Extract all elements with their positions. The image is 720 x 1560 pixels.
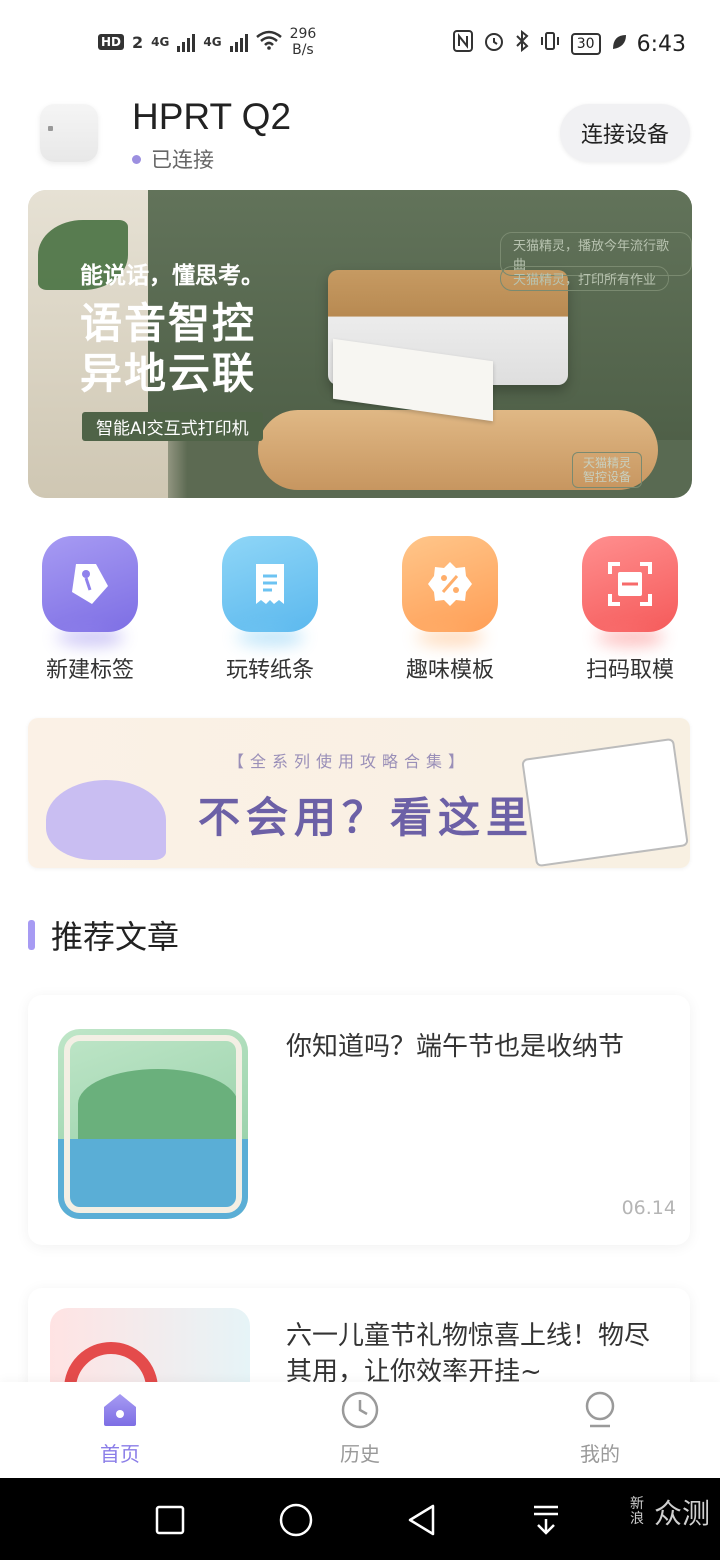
device-thumbnail[interactable] (40, 104, 98, 162)
action-icon-bg (42, 536, 138, 632)
article-title: 你知道吗？端午节也是收纳节 (286, 1032, 625, 1062)
connect-device-button[interactable]: 连接设备 (560, 104, 690, 162)
device-header: HPRT Q2 已连接 连接设备 (0, 92, 720, 182)
action-label: 玩转纸条 (225, 658, 314, 683)
signal-icon (177, 32, 196, 52)
alarm-icon (483, 30, 505, 58)
action-paper-strip[interactable]: 玩转纸条 (190, 530, 350, 684)
action-icon-bg (582, 536, 678, 632)
speed-value: 296 (289, 26, 317, 42)
home-icon (60, 1390, 180, 1434)
action-fun-templates[interactable]: 趣味模板 (370, 530, 530, 684)
system-nav-bar: 新浪 众测 (0, 1478, 720, 1560)
action-scan-template[interactable]: 扫码取模 (550, 530, 710, 684)
status-dot (132, 154, 141, 164)
tab-me[interactable]: 我的 (540, 1390, 660, 1467)
tab-label: 我的 (580, 1442, 620, 1466)
action-icon-bg (402, 536, 498, 632)
action-icon-bg (222, 536, 318, 632)
back-icon[interactable] (402, 1500, 442, 1540)
bottom-tab-bar: 首页 历史 我的 (0, 1382, 720, 1478)
wifi-icon (255, 30, 282, 55)
watermark: 新浪 众测 (630, 1492, 710, 1532)
banner-tag: 智能AI交互式打印机 (82, 412, 263, 441)
network-type-1: 4G (151, 35, 170, 49)
home-circle-icon[interactable] (276, 1500, 316, 1540)
dinosaur-illustration (46, 780, 166, 860)
section-recommended-articles: 推荐文章 (28, 910, 179, 960)
tab-label: 历史 (340, 1442, 380, 1466)
section-accent-bar (28, 920, 35, 950)
speed-unit: B/s (292, 42, 314, 58)
clock-time: 6:43 (636, 31, 686, 57)
tag-icon (42, 536, 138, 632)
network-speed: 296 B/s (290, 26, 317, 58)
network-type-2: 4G (203, 35, 222, 49)
scan-icon (582, 536, 678, 632)
guide-banner[interactable]: 【全系列使用攻略合集】 不会用？看这里 (28, 718, 690, 868)
recent-apps-icon[interactable] (150, 1500, 190, 1540)
clock-icon (300, 1390, 420, 1434)
signal-icon (229, 32, 248, 52)
article-date: 06.14 (621, 1197, 676, 1219)
status-bar-right: 30 6:43 (452, 29, 686, 58)
sim-slot: 2 (132, 32, 144, 52)
banner-corner-line1: 天猫精灵 (583, 456, 632, 470)
article-thumbnail (58, 1029, 248, 1219)
banner-line3: 异地云联 (80, 349, 257, 398)
guide-subtitle: 【全系列使用攻略合集】 (228, 752, 471, 771)
notification-pulldown-icon[interactable] (526, 1500, 566, 1540)
battery-indicator: 30 (570, 33, 601, 55)
percent-badge-icon (402, 536, 498, 632)
device-name: HPRT Q2 (132, 96, 292, 137)
guide-title: 不会用？看这里 (198, 793, 535, 842)
device-status-text: 已连接 (151, 148, 214, 172)
bluetooth-icon (515, 29, 529, 58)
person-icon (540, 1390, 660, 1434)
action-label: 新建标签 (45, 658, 134, 683)
vibrate-icon (539, 30, 561, 58)
tab-home[interactable]: 首页 (60, 1390, 180, 1467)
device-status: 已连接 (132, 144, 214, 174)
watermark-big: 众测 (653, 1497, 710, 1530)
banner-line1: 能说话，懂思考。 (80, 263, 264, 289)
tab-label: 首页 (100, 1442, 140, 1466)
action-label: 趣味模板 (405, 658, 494, 683)
status-bar-left: HD 2 4G 4G 296 B/s (98, 26, 316, 58)
article-title: 六一儿童节礼物惊喜上线！物尽其用，让你效率开挂~ (286, 1321, 651, 1387)
hd-badge: HD (98, 34, 125, 50)
action-new-label[interactable]: 新建标签 (10, 530, 170, 684)
promo-banner[interactable]: 能说话，懂思考。 语音智控 异地云联 智能AI交互式打印机 天猫精灵，播放今年流… (28, 190, 692, 498)
banner-corner-badge: 天猫精灵 智控设备 (572, 452, 643, 488)
article-card[interactable]: 你知道吗？端午节也是收纳节 06.14 (28, 995, 690, 1245)
banner-corner-line2: 智控设备 (583, 470, 632, 484)
section-title: 推荐文章 (51, 918, 180, 956)
status-bar: HD 2 4G 4G 296 B/s 30 6:43 (0, 0, 720, 90)
action-label: 扫码取模 (585, 658, 674, 683)
book-illustration (521, 737, 689, 868)
quick-actions: 新建标签 玩转纸条 趣味模板 扫码取模 (0, 530, 720, 690)
leaf-icon (611, 32, 627, 57)
nfc-icon (452, 30, 473, 58)
banner-voice-hint-2: 天猫精灵，打印所有作业 (500, 266, 670, 291)
receipt-icon (222, 536, 318, 632)
watermark-small: 新浪 (629, 1496, 644, 1527)
tab-history[interactable]: 历史 (300, 1390, 420, 1467)
